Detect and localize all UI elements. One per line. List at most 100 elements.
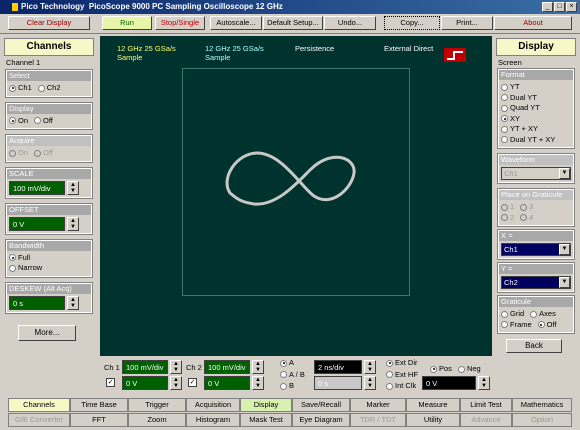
tab-display[interactable]: Display <box>240 398 292 412</box>
axes-label: Axes <box>539 309 556 318</box>
y-source-select[interactable]: Ch2 ▼ <box>501 276 571 289</box>
deskew-label: DESKEW (Alt Acq) <box>7 283 91 294</box>
tab-acquisition[interactable]: Acquisition <box>186 398 240 412</box>
timebase-ab-radio[interactable]: A / B <box>280 370 305 380</box>
trigger-intclk-radio[interactable]: Int Clk <box>386 381 416 391</box>
tab-marker[interactable]: Marker <box>350 398 406 412</box>
place-option-label: 2 <box>510 212 515 222</box>
ch2-scale-value[interactable]: 100 mV/div <box>204 360 250 374</box>
format-dualytxy-radio[interactable]: Dual YT + XY <box>501 135 555 145</box>
ch1-offset-spinner[interactable]: ▲ ▼ <box>170 376 182 390</box>
timebase-b-radio[interactable]: B <box>280 381 294 391</box>
xy-lissajous-trace <box>225 151 356 206</box>
trigger-neg-radio[interactable]: Neg <box>457 364 481 374</box>
trigger-level-value[interactable]: 0 V <box>422 376 476 390</box>
tab-channels[interactable]: Channels <box>8 398 70 412</box>
autoscale-button[interactable]: Autoscale... <box>210 16 262 30</box>
tab-mathematics[interactable]: Mathematics <box>512 398 572 412</box>
clear-display-button[interactable]: Clear Display <box>8 16 90 30</box>
maximize-button[interactable]: □ <box>554 2 565 12</box>
graticule-off-radio[interactable]: Off <box>537 320 557 330</box>
radio-off-icon <box>530 310 538 318</box>
print-button[interactable]: Print... <box>441 16 493 30</box>
graticule-frame-radio[interactable]: Frame <box>501 320 532 330</box>
ch2-scale-spinner[interactable]: ▲ ▼ <box>252 360 264 374</box>
default-setup-button[interactable]: Default Setup... <box>263 16 323 30</box>
more-button[interactable]: More... <box>18 324 76 341</box>
offset-spinner[interactable]: ▲ ▼ <box>67 216 79 231</box>
ch1-scale-value[interactable]: 100 mV/div <box>122 360 168 374</box>
radio-off-icon <box>501 321 508 328</box>
ch2-label: Ch2 <box>46 83 61 92</box>
radio-on-icon <box>537 321 545 328</box>
ch1-scale-spinner[interactable]: ▲ ▼ <box>170 360 182 374</box>
trigger-source-group: Ext Dir Ext HF Int Clk <box>386 358 424 393</box>
status-persistence: Persistence <box>295 44 335 53</box>
tab-oe-converter: O/E Converter <box>8 413 70 427</box>
x-source-select[interactable]: Ch1 ▼ <box>501 243 571 256</box>
tab-mask-test[interactable]: Mask Test <box>240 413 292 427</box>
tab-eye-diagram[interactable]: Eye Diagram <box>292 413 350 427</box>
radio-off-icon <box>457 365 465 373</box>
ch2-offset-spinner[interactable]: ▲ ▼ <box>252 376 264 390</box>
graticule-grid-radio[interactable]: Grid <box>501 309 524 319</box>
display-on-radio[interactable]: On <box>9 116 28 126</box>
format-quadyt-radio[interactable]: Quad YT <box>501 103 540 113</box>
ch2-enable-checkbox[interactable]: ✓ <box>188 378 197 387</box>
tab-utility[interactable]: Utility <box>406 413 460 427</box>
chevron-down-icon: ▼ <box>559 277 570 288</box>
scale-value[interactable]: 100 mV/div <box>9 180 65 195</box>
deskew-spinner[interactable]: ▲ ▼ <box>67 295 79 310</box>
tab-fft[interactable]: FFT <box>70 413 128 427</box>
place-group: Place on Graticule 1 3 2 4 <box>497 188 575 227</box>
tab-trigger[interactable]: Trigger <box>128 398 186 412</box>
offset-value[interactable]: 0 V <box>9 216 65 231</box>
graticule-axes-radio[interactable]: Axes <box>530 309 556 319</box>
timebase-scale-value[interactable]: 2 ns/div <box>314 360 362 374</box>
pos-label: Pos <box>439 364 452 373</box>
timebase-a-radio[interactable]: A <box>280 358 294 368</box>
select-ch1-radio[interactable]: Ch1 <box>9 83 32 93</box>
display-off-radio[interactable]: Off <box>34 116 53 126</box>
tab-tdr-tdt: TDR / TDT <box>350 413 406 427</box>
back-button[interactable]: Back <box>506 339 562 353</box>
scale-spinner[interactable]: ▲ ▼ <box>67 180 79 195</box>
chevron-down-icon: ▼ <box>559 244 570 255</box>
ch1-enable-checkbox[interactable]: ✓ <box>106 378 115 387</box>
tab-time-base[interactable]: Time Base <box>70 398 128 412</box>
ch2-offset-value[interactable]: 0 V <box>204 376 250 390</box>
radio-on-icon <box>280 359 287 367</box>
format-xy-radio[interactable]: XY <box>501 114 520 124</box>
frame-label: Frame <box>510 319 532 329</box>
bandwidth-full-radio[interactable]: Full <box>9 253 30 263</box>
timebase-scale-spinner[interactable]: ▲ ▼ <box>364 360 376 374</box>
full-label: Full <box>18 252 31 262</box>
select-ch2-radio[interactable]: Ch2 <box>37 83 61 93</box>
minimize-button[interactable]: _ <box>542 2 553 12</box>
format-dualyt-radio[interactable]: Dual YT <box>501 93 537 103</box>
format-yt-radio[interactable]: YT <box>501 82 520 92</box>
undo-button[interactable]: Undo... <box>324 16 376 30</box>
tab-zoom[interactable]: Zoom <box>128 413 186 427</box>
stop-single-button[interactable]: Stop/Single <box>155 16 205 30</box>
trigger-extdir-radio[interactable]: Ext Dir <box>386 358 418 368</box>
intclk-label: Int Clk <box>395 381 417 390</box>
trigger-pos-radio[interactable]: Pos <box>430 364 452 374</box>
tab-histogram[interactable]: Histogram <box>186 413 240 427</box>
tab-save-recall[interactable]: Save/Recall <box>292 398 350 412</box>
close-button[interactable]: × <box>566 2 577 12</box>
timebase-position-spinner[interactable]: ▲ ▼ <box>364 376 376 390</box>
bandwidth-narrow-radio[interactable]: Narrow <box>9 263 42 273</box>
tab-limit-test[interactable]: Limit Test <box>460 398 512 412</box>
tab-measure[interactable]: Measure <box>406 398 460 412</box>
channels-panel: Channels Channel 1 Select Ch1 Ch2 Display… <box>4 38 94 358</box>
format-ytxy-radio[interactable]: YT + XY <box>501 124 538 134</box>
trigger-level-spinner[interactable]: ▲ ▼ <box>478 376 490 390</box>
trigger-exthf-radio[interactable]: Ext HF <box>386 370 418 380</box>
about-button[interactable]: About <box>494 16 572 30</box>
radio-icon <box>501 203 508 211</box>
deskew-value[interactable]: 0 s <box>9 295 65 310</box>
copy-button[interactable]: Copy... <box>384 16 440 30</box>
run-button[interactable]: Run <box>102 16 152 30</box>
ch1-offset-value[interactable]: 0 V <box>122 376 168 390</box>
